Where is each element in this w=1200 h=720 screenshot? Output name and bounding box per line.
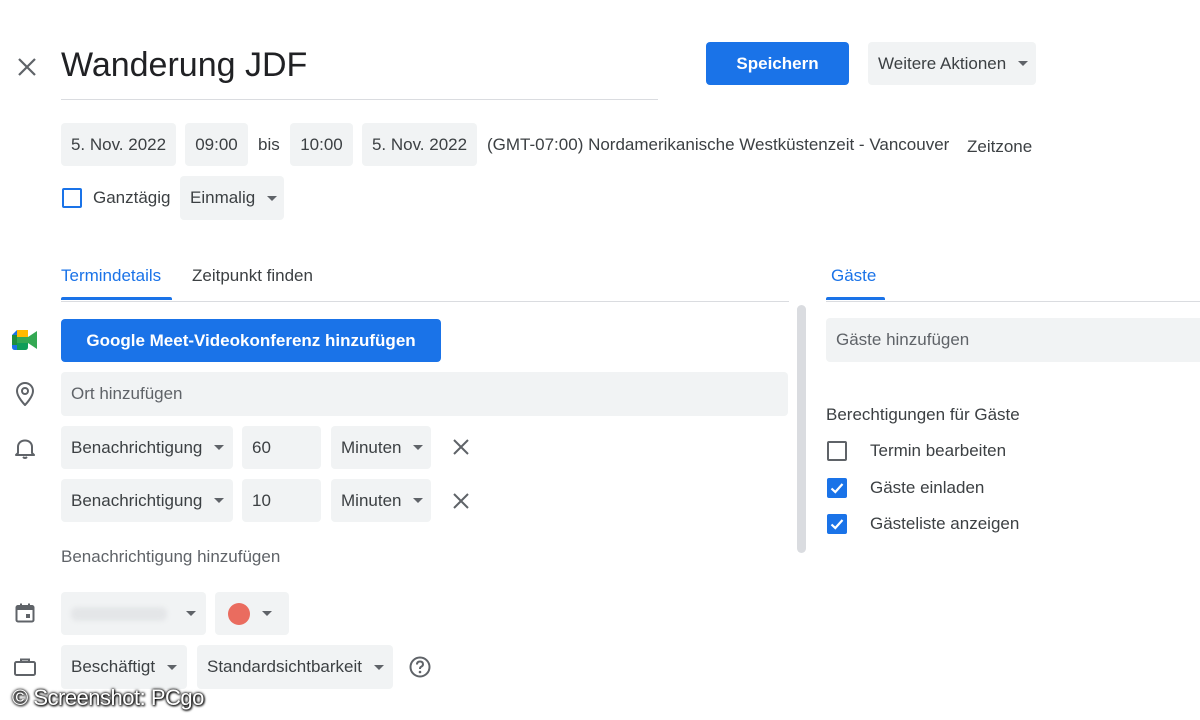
- tab-guests[interactable]: Gäste: [831, 266, 876, 286]
- end-date-field[interactable]: 5. Nov. 2022: [362, 123, 477, 166]
- end-time-field[interactable]: 10:00: [290, 123, 353, 166]
- guests-tabs-divider: [826, 301, 1200, 302]
- recurrence-select[interactable]: Einmalig: [180, 176, 284, 220]
- chevron-down-icon: [373, 664, 384, 670]
- chevron-down-icon: [1018, 61, 1029, 66]
- checkmark-icon: [830, 519, 844, 530]
- guests-tab-indicator: [826, 297, 885, 300]
- timezone-link[interactable]: Zeitzone: [967, 137, 1032, 157]
- permission-see-list-label: Gästeliste anzeigen: [870, 514, 1020, 533]
- notification-type-select[interactable]: Benachrichtigung: [61, 426, 233, 469]
- availability-select[interactable]: Beschäftigt: [61, 645, 187, 689]
- permission-invite-label: Gäste einladen: [870, 478, 985, 497]
- notification-type-value: Benachrichtigung: [71, 437, 203, 457]
- details-scrollbar[interactable]: [797, 305, 806, 553]
- more-actions-button[interactable]: Weitere Aktionen: [868, 42, 1036, 85]
- tab-active-indicator: [61, 297, 172, 300]
- google-meet-icon: [12, 329, 38, 351]
- notification-value-input[interactable]: 60: [242, 426, 321, 469]
- tab-find-time[interactable]: Zeitpunkt finden: [192, 266, 313, 286]
- notification-type-value: Benachrichtigung: [71, 490, 203, 510]
- save-button[interactable]: Speichern: [706, 42, 849, 85]
- permission-see-list-checkbox[interactable]: [827, 514, 847, 534]
- timezone-text: (GMT-07:00) Nordamerikanische Westküsten…: [487, 135, 950, 154]
- permission-edit-label: Termin bearbeiten: [870, 441, 1007, 460]
- recurrence-value: Einmalig: [190, 188, 256, 207]
- chevron-down-icon: [186, 611, 196, 616]
- remove-notification-icon[interactable]: [450, 436, 472, 458]
- title-underline: [61, 99, 658, 100]
- watermark: © Screenshot: PCgo: [12, 685, 204, 710]
- color-swatch: [228, 602, 250, 625]
- close-icon[interactable]: [14, 54, 40, 80]
- more-actions-label: Weitere Aktionen: [878, 53, 1007, 73]
- help-icon[interactable]: [408, 655, 432, 679]
- notification-type-select[interactable]: Benachrichtigung: [61, 479, 233, 522]
- briefcase-icon: [13, 656, 37, 678]
- tab-event-details[interactable]: Termindetails: [61, 266, 161, 286]
- tabs-divider: [61, 301, 789, 302]
- notification-value-input[interactable]: 10: [242, 479, 321, 522]
- to-label: bis: [258, 135, 280, 154]
- chevron-down-icon: [167, 664, 178, 670]
- remove-notification-icon[interactable]: [450, 490, 472, 512]
- chevron-down-icon: [413, 445, 424, 450]
- calendar-name-redacted: [71, 606, 167, 621]
- event-title-input[interactable]: Wanderung JDF: [61, 46, 307, 85]
- permission-edit-checkbox[interactable]: [827, 441, 847, 461]
- calendar-select[interactable]: [61, 592, 206, 635]
- add-guests-placeholder: Gäste hinzufügen: [836, 330, 970, 349]
- notification-unit-value: Minuten: [341, 437, 402, 457]
- visibility-select[interactable]: Standardsichtbarkeit: [197, 645, 393, 689]
- checkmark-icon: [830, 483, 844, 494]
- add-guests-input[interactable]: Gäste hinzufügen: [826, 318, 1200, 362]
- location-placeholder: Ort hinzufügen: [71, 384, 183, 403]
- location-pin-icon: [13, 380, 37, 408]
- notification-unit-value: Minuten: [341, 490, 402, 510]
- chevron-down-icon: [413, 498, 424, 503]
- all-day-label: Ganztägig: [93, 188, 171, 207]
- start-time-field[interactable]: 09:00: [185, 123, 248, 166]
- add-notification-link[interactable]: Benachrichtigung hinzufügen: [61, 547, 280, 567]
- chevron-down-icon: [267, 195, 278, 201]
- start-date-field[interactable]: 5. Nov. 2022: [61, 123, 176, 166]
- notification-unit-select[interactable]: Minuten: [331, 426, 431, 469]
- notification-unit-select[interactable]: Minuten: [331, 479, 431, 522]
- add-meet-button[interactable]: Google Meet-Videokonferenz hinzufügen: [61, 319, 441, 362]
- guest-permissions-title: Berechtigungen für Gäste: [826, 405, 1020, 424]
- permission-invite-checkbox[interactable]: [827, 478, 847, 498]
- all-day-checkbox[interactable]: [62, 188, 82, 208]
- bell-icon: [13, 435, 37, 461]
- chevron-down-icon: [214, 445, 225, 450]
- chevron-down-icon: [214, 498, 225, 503]
- visibility-value: Standardsichtbarkeit: [207, 657, 362, 676]
- availability-value: Beschäftigt: [71, 657, 156, 676]
- chevron-down-icon: [262, 611, 272, 616]
- color-select[interactable]: [215, 592, 289, 635]
- location-input[interactable]: Ort hinzufügen: [61, 372, 788, 416]
- calendar-icon: [13, 601, 37, 625]
